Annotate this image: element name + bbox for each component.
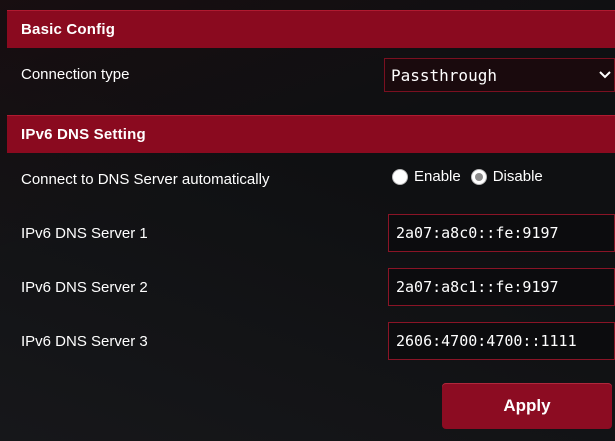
- connection-type-select[interactable]: Passthrough: [384, 58, 615, 92]
- disable-radio-label[interactable]: Disable: [493, 168, 543, 185]
- ipv6-dns-title: IPv6 DNS Setting: [21, 126, 146, 143]
- enable-radio[interactable]: [392, 168, 408, 185]
- ipv6-dns-header: IPv6 DNS Setting: [7, 115, 615, 153]
- dns-server-1-input[interactable]: 2a07:a8c0::fe:9197: [388, 214, 615, 252]
- dns-server-3-label: IPv6 DNS Server 3: [21, 333, 148, 350]
- basic-config-header: Basic Config: [7, 10, 615, 48]
- dns-server-1-label: IPv6 DNS Server 1: [21, 225, 148, 242]
- chevron-down-icon: [599, 71, 611, 79]
- apply-button[interactable]: Apply: [442, 383, 612, 429]
- dns-server-2-label: IPv6 DNS Server 2: [21, 279, 148, 296]
- connection-type-value: Passthrough: [391, 65, 497, 85]
- dns-server-2-input[interactable]: 2a07:a8c1::fe:9197: [388, 268, 615, 306]
- dns-auto-radio-group: Enable Disable: [392, 168, 553, 185]
- dns-auto-label: Connect to DNS Server automatically: [21, 171, 270, 188]
- connection-type-label: Connection type: [21, 66, 130, 83]
- basic-config-title: Basic Config: [21, 21, 116, 38]
- dns-server-3-input[interactable]: 2606:4700:4700::1111: [388, 322, 615, 360]
- enable-radio-label[interactable]: Enable: [414, 168, 461, 185]
- disable-radio[interactable]: [470, 168, 487, 185]
